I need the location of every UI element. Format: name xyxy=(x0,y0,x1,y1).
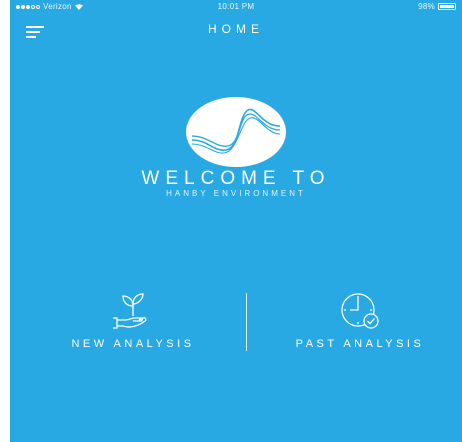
plant-in-hand-icon xyxy=(113,293,147,329)
new-analysis-label: NEW ANALYSIS xyxy=(71,338,195,350)
battery-percentage: 98% xyxy=(418,2,435,11)
company-name: HANBY ENVIRONMENT xyxy=(166,189,306,198)
battery-icon xyxy=(438,3,456,10)
new-analysis-button[interactable]: NEW ANALYSIS xyxy=(38,290,228,350)
clock-check-icon xyxy=(341,293,379,329)
action-divider xyxy=(246,293,247,351)
status-time: 10:01 PM xyxy=(217,2,255,11)
status-bar: Verizon 10:01 PM 98% xyxy=(10,0,462,14)
wave-logo-icon xyxy=(186,97,286,167)
page-title: HOME xyxy=(208,22,264,36)
welcome-heading: WELCOME TO xyxy=(141,168,331,189)
past-analysis-button[interactable]: PAST ANALYSIS xyxy=(260,290,460,350)
status-right: 98% xyxy=(418,2,456,11)
home-screen: Verizon 10:01 PM 98% HOME WELCOME TO HAN… xyxy=(10,0,462,442)
past-analysis-label: PAST ANALYSIS xyxy=(295,338,425,350)
